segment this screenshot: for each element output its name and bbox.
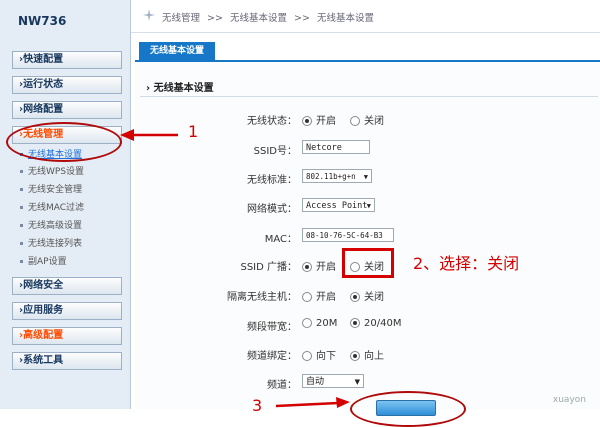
bullet-icon [20, 260, 23, 263]
tab-underline [135, 60, 600, 62]
menu-item-network-config[interactable]: ›网络配置 [12, 101, 122, 119]
annotation-arrow-3-icon [275, 397, 350, 408]
radio-label: 开启 [316, 116, 336, 127]
sparkle-icon [143, 9, 155, 21]
sub-label: 副AP设置 [28, 257, 67, 267]
select-value: Access Point [306, 201, 368, 211]
channel-bind-label: 频道绑定： [247, 351, 297, 362]
channel-label: 频道： [267, 380, 297, 391]
breadcrumb: 无线管理 >> 无线基本设置 >> 无线基本设置 [162, 10, 378, 24]
select-value: 自动 [306, 377, 325, 387]
radio-selected-icon [302, 262, 312, 272]
brand-title: NW736 [18, 14, 67, 28]
mode-label: 网络模式： [247, 204, 297, 215]
menu-item-app-service[interactable]: ›应用服务 [12, 302, 122, 320]
broadcast-label: SSID 广播： [240, 262, 297, 273]
radio-label: 20M [316, 318, 338, 329]
radio-label: 关闭 [364, 116, 384, 127]
menu-item-system-tools[interactable]: ›系统工具 [12, 352, 122, 370]
radio-selected-icon [350, 292, 360, 302]
menu-item-quick-setup[interactable]: ›快速配置 [12, 51, 122, 69]
menu-item-advanced-config[interactable]: ›高级配置 [12, 327, 122, 345]
sidebar-item-conn-list[interactable]: 无线连接列表 [20, 238, 82, 250]
bullet-icon [20, 206, 23, 209]
chevron-down-icon: ▼ [354, 378, 360, 386]
radio-label: 开启 [316, 292, 336, 303]
standard-select[interactable]: 802.11b+g+n ▼ [302, 169, 372, 183]
isolate-label: 隔离无线主机： [227, 292, 297, 303]
bandwidth-2040m-radio[interactable]: 20/40M [350, 318, 401, 329]
sub-label: 无线连接列表 [28, 239, 83, 249]
section-divider [140, 96, 598, 97]
sidebar-item-sub-ap[interactable]: 副AP设置 [20, 256, 67, 268]
menu-item-run-status[interactable]: ›运行状态 [12, 76, 122, 94]
annotation-arrow-1-icon [120, 129, 178, 141]
radio-label: 开启 [316, 262, 336, 273]
bullet-icon [20, 188, 23, 191]
radio-icon [350, 116, 360, 126]
standard-label: 无线标准： [247, 175, 297, 186]
radio-icon [302, 292, 312, 302]
sidebar: NW736 ›快速配置 ›运行状态 ›网络配置 ›无线管理 无线基本设置 无线W… [0, 0, 131, 409]
radio-selected-icon [350, 351, 360, 361]
channel-select[interactable]: 自动 ▼ [302, 374, 364, 388]
ssid-input[interactable]: Netcore [302, 140, 370, 154]
radio-selected-icon [350, 318, 360, 328]
bullet-icon [20, 242, 23, 245]
wireless-status-off-radio[interactable]: 关闭 [350, 112, 384, 127]
broadcast-on-radio[interactable]: 开启 [302, 258, 336, 273]
section-title-text: 无线基本设置 [153, 83, 214, 94]
bandwidth-20m-radio[interactable]: 20M [302, 318, 337, 329]
bullet-icon [20, 224, 23, 227]
chevron-down-icon: ▼ [363, 173, 368, 181]
section-title: › 无线基本设置 [146, 83, 214, 94]
sidebar-item-mac-filter[interactable]: 无线MAC过滤 [20, 202, 84, 214]
annotation-step-3: 3 [252, 396, 263, 415]
annotation-step-1: 1 [188, 122, 199, 141]
ssid-label: SSID号： [253, 146, 297, 157]
sidebar-item-security[interactable]: 无线安全管理 [20, 184, 82, 196]
sidebar-item-wps[interactable]: 无线WPS设置 [20, 166, 84, 178]
breadcrumb-item[interactable]: 无线管理 [162, 13, 200, 24]
radio-label: 向下 [316, 351, 336, 362]
mac-label: MAC： [264, 234, 297, 245]
radio-icon [302, 351, 312, 361]
radio-label: 20/40M [364, 318, 402, 329]
isolate-on-radio[interactable]: 开启 [302, 288, 336, 303]
channel-bind-down-radio[interactable]: 向下 [302, 347, 336, 362]
tab-wireless-basic[interactable]: 无线基本设置 [139, 42, 215, 60]
breadcrumb-item: 无线基本设置 [317, 13, 375, 24]
annotation-step-2: 2、选择：关闭 [413, 254, 520, 273]
annotation-circle-save [350, 391, 466, 427]
sub-label: 无线MAC过滤 [28, 203, 85, 213]
bandwidth-label: 频段带宽： [247, 322, 297, 333]
breadcrumb-separator: >> [207, 13, 223, 24]
bullet-icon [20, 170, 23, 173]
annotation-circle-menu [6, 122, 122, 162]
sidebar-item-advanced[interactable]: 无线高级设置 [20, 220, 82, 232]
sub-label: 无线WPS设置 [28, 167, 85, 177]
radio-icon [302, 318, 312, 328]
isolate-off-radio[interactable]: 关闭 [350, 288, 384, 303]
radio-selected-icon [302, 116, 312, 126]
sub-label: 无线安全管理 [28, 185, 83, 195]
mode-select[interactable]: Access Point ▼ [302, 198, 375, 212]
channel-bind-up-radio[interactable]: 向上 [350, 347, 384, 362]
radio-label: 关闭 [364, 292, 384, 303]
select-value: 802.11b+g+n [306, 172, 356, 181]
menu-item-network-security[interactable]: ›网络安全 [12, 277, 122, 295]
chevron-down-icon: ▼ [366, 202, 371, 210]
breadcrumb-item[interactable]: 无线基本设置 [230, 13, 287, 24]
annotation-highlight-off [342, 248, 394, 278]
mac-input[interactable]: 08-10-76-5C-64-B3 [302, 228, 394, 242]
watermark: xuayon [552, 395, 586, 405]
sub-label: 无线高级设置 [28, 221, 83, 231]
wireless-status-label: 无线状态： [247, 116, 297, 127]
breadcrumb-separator: >> [294, 13, 310, 24]
wireless-status-on-radio[interactable]: 开启 [302, 112, 336, 127]
radio-label: 向上 [364, 351, 384, 362]
